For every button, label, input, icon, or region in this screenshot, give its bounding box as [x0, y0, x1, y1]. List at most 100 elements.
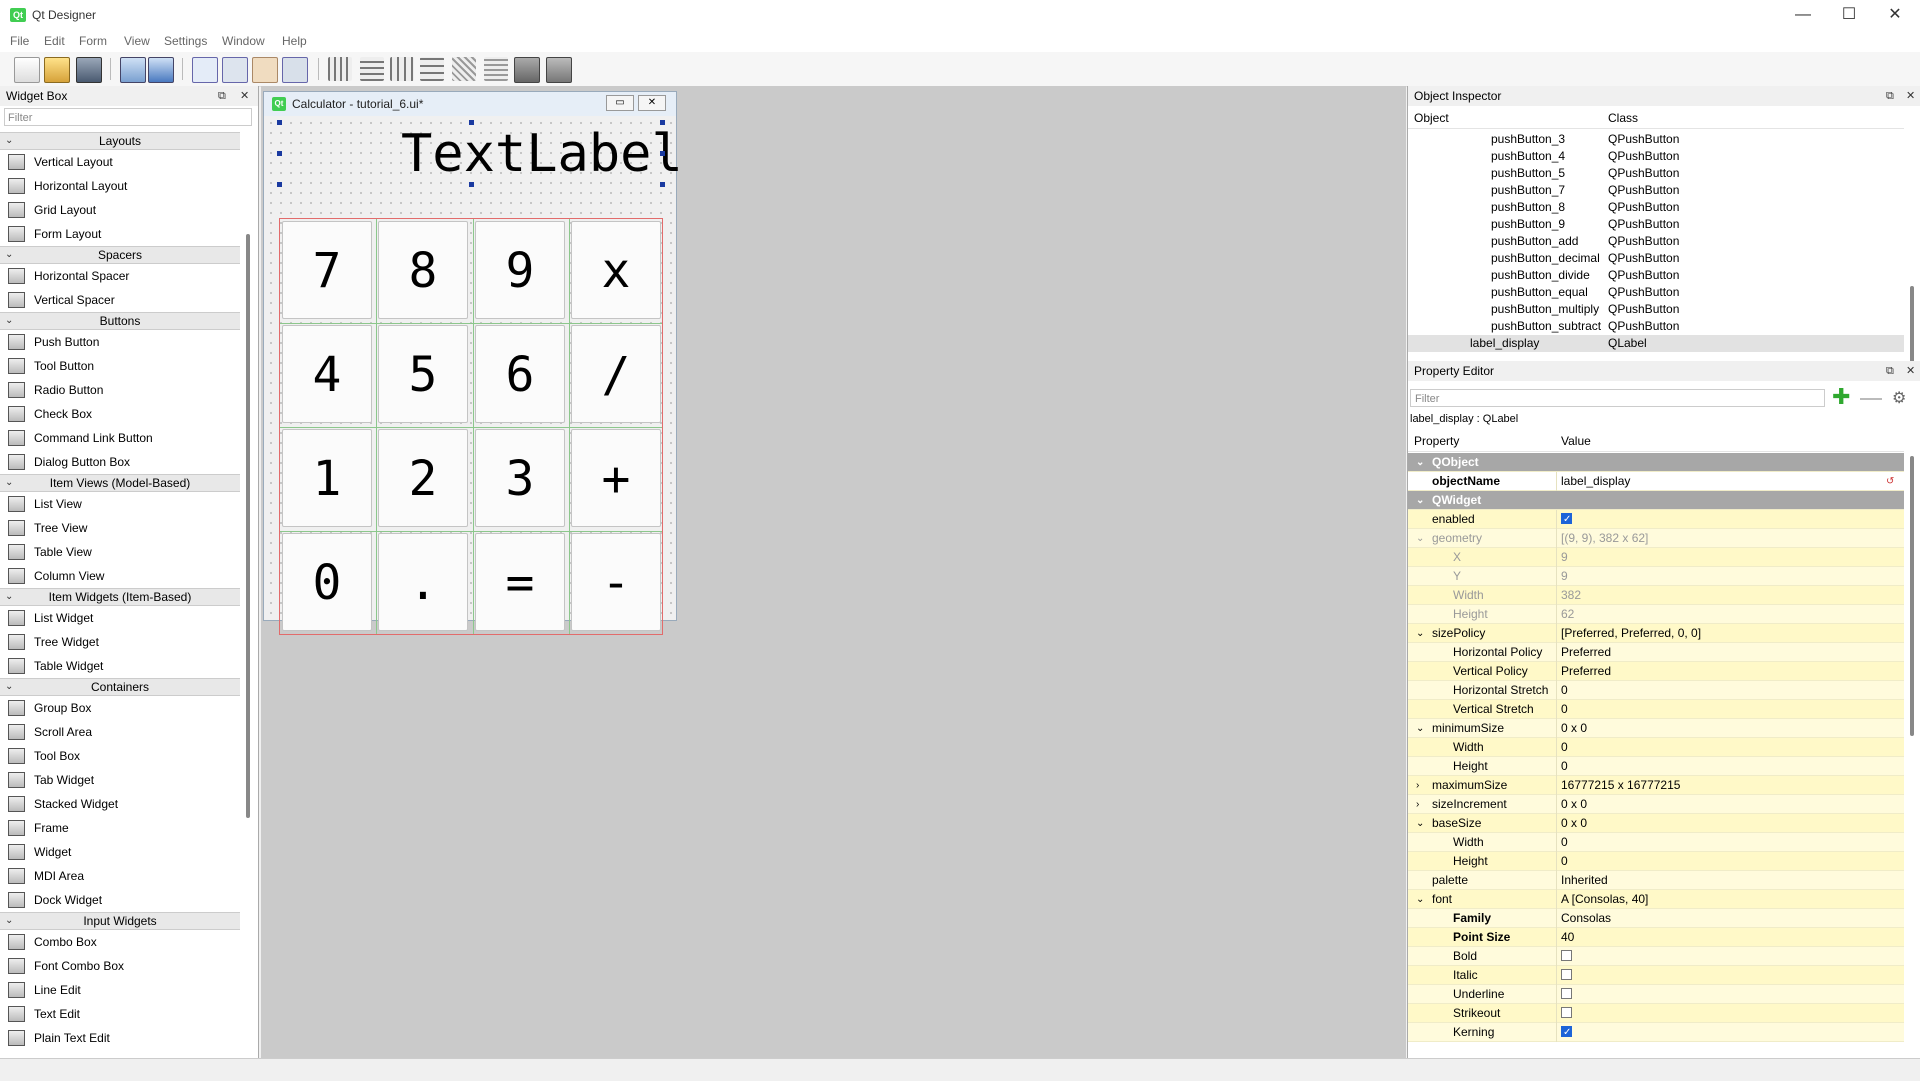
widget-item[interactable]: Frame [0, 816, 240, 840]
property-row[interactable]: Height 0 [1408, 852, 1904, 871]
property-value[interactable]: 9 [1561, 567, 1568, 586]
property-row[interactable]: ⌄ minimumSize 0 x 0 [1408, 719, 1904, 738]
property-row[interactable]: Bold [1408, 947, 1904, 966]
object-row[interactable]: pushButton_4 QPushButton [1408, 148, 1904, 165]
menu-window[interactable]: Window [222, 34, 265, 48]
property-value[interactable]: 0 [1561, 757, 1568, 776]
calculator-button[interactable]: 0 [282, 533, 372, 631]
property-group[interactable]: ⌄ QWidget [1408, 491, 1904, 510]
widget-item[interactable]: Stacked Widget [0, 792, 240, 816]
property-row[interactable]: X9 [1408, 548, 1904, 567]
open-folder-icon[interactable] [44, 57, 70, 83]
property-value[interactable]: Consolas [1561, 909, 1611, 928]
property-row[interactable]: objectName label_display ↺ [1408, 472, 1904, 491]
float-icon[interactable]: ⧉ [1886, 361, 1894, 381]
save-icon[interactable] [76, 57, 102, 83]
edit-tab-order-icon[interactable] [282, 57, 308, 83]
layout-v-splitter-icon[interactable] [420, 57, 444, 81]
property-row[interactable]: Underline [1408, 985, 1904, 1004]
object-row[interactable]: pushButton_subtract QPushButton [1408, 318, 1904, 335]
column-object[interactable]: Object [1414, 108, 1449, 128]
widget-item[interactable]: Scroll Area [0, 720, 240, 744]
close-button[interactable]: ✕ [1872, 0, 1918, 30]
widget-item[interactable]: Group Box [0, 696, 240, 720]
selection-handle[interactable] [277, 182, 282, 187]
widget-item[interactable]: Dock Widget [0, 888, 240, 912]
calculator-button[interactable]: + [571, 429, 661, 527]
widget-item[interactable]: List View [0, 492, 240, 516]
property-filter-input[interactable]: Filter [1410, 389, 1825, 407]
property-row[interactable]: Y9 [1408, 567, 1904, 586]
bring-to-front-icon[interactable] [148, 57, 174, 83]
widget-category[interactable]: ⌄ Input Widgets [0, 912, 240, 930]
calculator-button[interactable]: 3 [475, 429, 565, 527]
close-icon[interactable]: ✕ [1906, 86, 1915, 106]
widget-category[interactable]: ⌄ Item Views (Model-Based) [0, 474, 240, 492]
property-editor-scrollbar[interactable] [1910, 456, 1914, 736]
calculator-button[interactable]: 6 [475, 325, 565, 423]
edit-buddies-icon[interactable] [252, 57, 278, 83]
selection-handle[interactable] [277, 151, 282, 156]
property-row[interactable]: Strikeout [1408, 1004, 1904, 1023]
widget-item[interactable]: Combo Box [0, 930, 240, 954]
object-row[interactable]: pushButton_8 QPushButton [1408, 199, 1904, 216]
object-row[interactable]: pushButton_5 QPushButton [1408, 165, 1904, 182]
layout-vertical-icon[interactable] [360, 57, 384, 81]
calculator-button[interactable]: 7 [282, 221, 372, 319]
property-row[interactable]: Height 0 [1408, 757, 1904, 776]
chevron-down-icon[interactable]: ⌄ [1416, 890, 1424, 909]
selection-handle[interactable] [469, 120, 474, 125]
chevron-down-icon[interactable]: ⌄ [1416, 624, 1424, 643]
calculator-button[interactable]: 5 [378, 325, 468, 423]
menu-form[interactable]: Form [79, 34, 107, 48]
menu-view[interactable]: View [124, 34, 150, 48]
property-value[interactable]: Preferred [1561, 643, 1611, 662]
property-checkbox[interactable] [1561, 988, 1572, 999]
calculator-button[interactable]: / [571, 325, 661, 423]
widget-item[interactable]: Table Widget [0, 654, 240, 678]
property-value[interactable]: 0 x 0 [1561, 814, 1587, 833]
minimize-button[interactable]: — [1780, 0, 1826, 30]
widget-item[interactable]: Form Layout [0, 222, 240, 246]
widget-item[interactable]: Column View [0, 564, 240, 588]
object-row[interactable]: pushButton_7 QPushButton [1408, 182, 1904, 199]
object-row[interactable]: pushButton_3 QPushButton [1408, 131, 1904, 148]
layout-grid-icon[interactable] [452, 57, 476, 81]
edit-signals-slots-icon[interactable] [222, 57, 248, 83]
form-window[interactable]: Qt Calculator - tutorial_6.ui* ▭ ✕ TextL… [263, 91, 683, 635]
form-canvas[interactable]: TextLabel 7 8 9 x 4 5 6/ 1 2 3 +0. = - [266, 118, 683, 635]
property-checkbox[interactable] [1561, 1023, 1572, 1042]
calculator-button[interactable]: . [378, 533, 468, 631]
property-value[interactable]: 0 [1561, 833, 1568, 852]
remove-dynamic-property-icon[interactable] [1860, 398, 1882, 400]
property-value[interactable]: 62 [1561, 605, 1574, 624]
property-row[interactable]: Height 62 [1408, 605, 1904, 624]
widget-item[interactable]: Text Edit [0, 1002, 240, 1026]
maximize-button[interactable]: ☐ [1826, 0, 1872, 30]
property-checkbox[interactable] [1561, 969, 1572, 980]
property-row[interactable]: Width 0 [1408, 833, 1904, 852]
widget-item[interactable]: Check Box [0, 402, 240, 426]
widget-box-scrollbar[interactable] [246, 234, 250, 818]
property-value[interactable]: A [Consolas, 40] [1561, 890, 1648, 909]
calculator-button[interactable]: = [475, 533, 565, 631]
widget-category[interactable]: ⌄ Layouts [0, 132, 240, 150]
selection-handle[interactable] [660, 120, 665, 125]
property-value[interactable]: Inherited [1561, 871, 1608, 890]
object-row[interactable]: pushButton_decimal QPushButton [1408, 250, 1904, 267]
menu-settings[interactable]: Settings [164, 34, 207, 48]
property-checkbox[interactable] [1561, 510, 1572, 529]
menu-file[interactable]: File [10, 34, 29, 48]
object-row[interactable]: pushButton_add QPushButton [1408, 233, 1904, 250]
widget-item[interactable]: Horizontal Layout [0, 174, 240, 198]
column-property[interactable]: Property [1414, 431, 1459, 451]
property-value[interactable]: 0 [1561, 738, 1568, 757]
object-row-selected[interactable]: label_display QLabel [1408, 335, 1904, 352]
property-value[interactable]: 0 x 0 [1561, 795, 1587, 814]
widget-category[interactable]: ⌄ Item Widgets (Item-Based) [0, 588, 240, 606]
property-row[interactable]: Horizontal Policy Preferred [1408, 643, 1904, 662]
widget-item[interactable]: Vertical Layout [0, 150, 240, 174]
widget-item[interactable]: Push Button [0, 330, 240, 354]
property-value[interactable]: 0 x 0 [1561, 719, 1587, 738]
configure-icon[interactable]: ⚙ [1892, 388, 1906, 408]
